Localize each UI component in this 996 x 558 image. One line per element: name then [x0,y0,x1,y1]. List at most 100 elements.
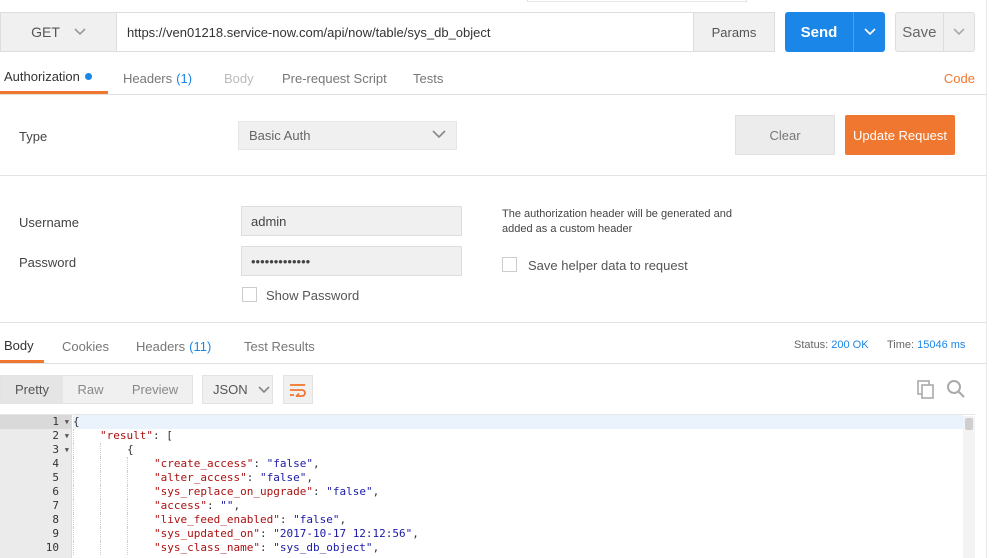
indent-guide [100,443,127,457]
tab-response-headers[interactable]: Headers (11) [136,330,211,363]
fold-toggle-icon[interactable]: ▼ [65,443,69,457]
request-tabs: Authorization Headers (1) Body Pre-reque… [0,62,986,95]
window-right-edge [986,0,996,558]
code-line: "sys_replace_on_upgrade": "false", [73,485,963,499]
fold-toggle-icon[interactable]: ▼ [65,415,69,429]
indent-guide [127,485,154,499]
code-line: "create_access": "false", [73,457,963,471]
auth-type-select[interactable]: Basic Auth [238,121,457,150]
raw-label: Raw [77,382,104,397]
window-top-line [0,0,996,4]
indent-guide [127,457,154,471]
indent-guide [127,513,154,527]
code-link[interactable]: Code [944,71,975,86]
tab-prerequest-label: Pre-request Script [282,70,387,86]
line-number: 8 [52,513,59,526]
method-select[interactable]: GET [0,12,116,52]
tab-response-body[interactable]: Body [0,330,44,363]
json-punctuation: { [73,415,80,428]
wrap-lines-icon [290,383,306,397]
line-number: 2 ▼ [52,429,69,443]
tab-body[interactable]: Body [224,62,254,94]
response-body-editor[interactable]: 1 ▼ 2 ▼ 3 ▼ 4 5 6 7 8 9 10 {"result": [{"create_acce… [0,414,975,558]
json-punctuation: , [306,471,313,484]
json-punctuation: , [412,527,419,540]
indent-guide [127,499,154,513]
json-string-value: "false" [266,457,313,470]
json-key: "create_access" [154,457,254,470]
update-request-label: Update Request [853,127,947,143]
chevron-down-icon [953,28,965,36]
save-dropdown-button[interactable] [942,13,974,51]
indent-guide [100,485,127,499]
section-divider [0,322,986,323]
tab-tests[interactable]: Tests [413,62,443,94]
username-input[interactable]: admin [241,206,462,236]
line-number: 4 [52,457,59,470]
indent-guide [127,527,154,541]
show-password-checkbox[interactable] [242,287,257,302]
copy-icon[interactable] [917,380,935,399]
json-key: "alter_access" [154,471,247,484]
url-input[interactable]: https://ven01218.service-now.com/api/now… [116,12,694,52]
json-colon: : [206,499,221,512]
tab-headers-count: (1) [176,70,193,86]
preview-button[interactable]: Preview [118,376,192,403]
password-input[interactable]: ••••••••••••• [241,246,462,276]
tab-authorization-label: Authorization [4,69,80,84]
line-number: 5 [52,471,59,484]
search-icon[interactable] [946,379,966,399]
editor-scrollbar[interactable] [963,416,975,558]
scrollbar-thumb[interactable] [965,418,973,430]
tab-cookies-label: Cookies [62,339,109,354]
clear-label: Clear [769,127,801,143]
chevron-down-icon [258,385,270,393]
send-button[interactable]: Send [785,12,885,52]
tab-body-label: Body [224,70,254,86]
indent-guide [100,471,127,485]
tab-headers[interactable]: Headers (1) [123,62,192,94]
json-string-value: "false" [293,513,340,526]
send-dropdown-button[interactable] [853,12,885,52]
tab-response-headers-count: (11) [189,339,212,354]
tab-test-results[interactable]: Test Results [244,330,315,363]
line-number: 9 [52,527,59,540]
pretty-button[interactable]: Pretty [1,376,63,403]
indent-guide [73,429,100,443]
indent-guide [100,457,127,471]
raw-button[interactable]: Raw [63,376,118,403]
section-divider [0,175,986,176]
modified-dot-icon [84,73,92,80]
save-button[interactable]: Save [895,12,975,52]
json-string-value: "false" [326,485,373,498]
json-key: "live_feed_enabled" [154,513,280,526]
request-bar: GET https://ven01218.service-now.com/api… [0,12,996,52]
tab-cookies[interactable]: Cookies [62,330,109,363]
json-colon: : [253,457,267,470]
params-button[interactable]: Params [693,12,775,52]
json-key: "sys_class_name" [154,541,260,554]
tab-prerequest-script[interactable]: Pre-request Script [282,62,387,94]
format-select[interactable]: JSON [202,375,273,404]
format-value: JSON [213,382,248,397]
chevron-down-icon [432,130,446,139]
json-string-value: "false" [259,471,307,484]
password-label: Password [19,255,77,270]
code-line: "result": [ [73,429,963,443]
json-key: "sys_replace_on_upgrade" [154,485,313,498]
auth-type-value: Basic Auth [249,128,311,143]
code-line: "alter_access": "false", [73,471,963,485]
tab-authorization[interactable]: Authorization [0,62,108,94]
fold-toggle-icon[interactable]: ▼ [65,429,69,443]
save-helper-checkbox[interactable] [502,257,517,272]
save-helper-label: Save helper data to request [528,258,688,273]
response-time: Time: 15046 ms [887,339,965,351]
clear-button[interactable]: Clear [735,115,835,155]
update-request-button[interactable]: Update Request [845,115,955,155]
line-number: 3 ▼ [52,443,69,457]
json-key: "result" [100,429,153,442]
status-label: Status: [794,339,829,351]
json-colon: : [246,471,260,484]
wrap-lines-button[interactable] [283,375,313,404]
json-colon: : [259,541,274,554]
